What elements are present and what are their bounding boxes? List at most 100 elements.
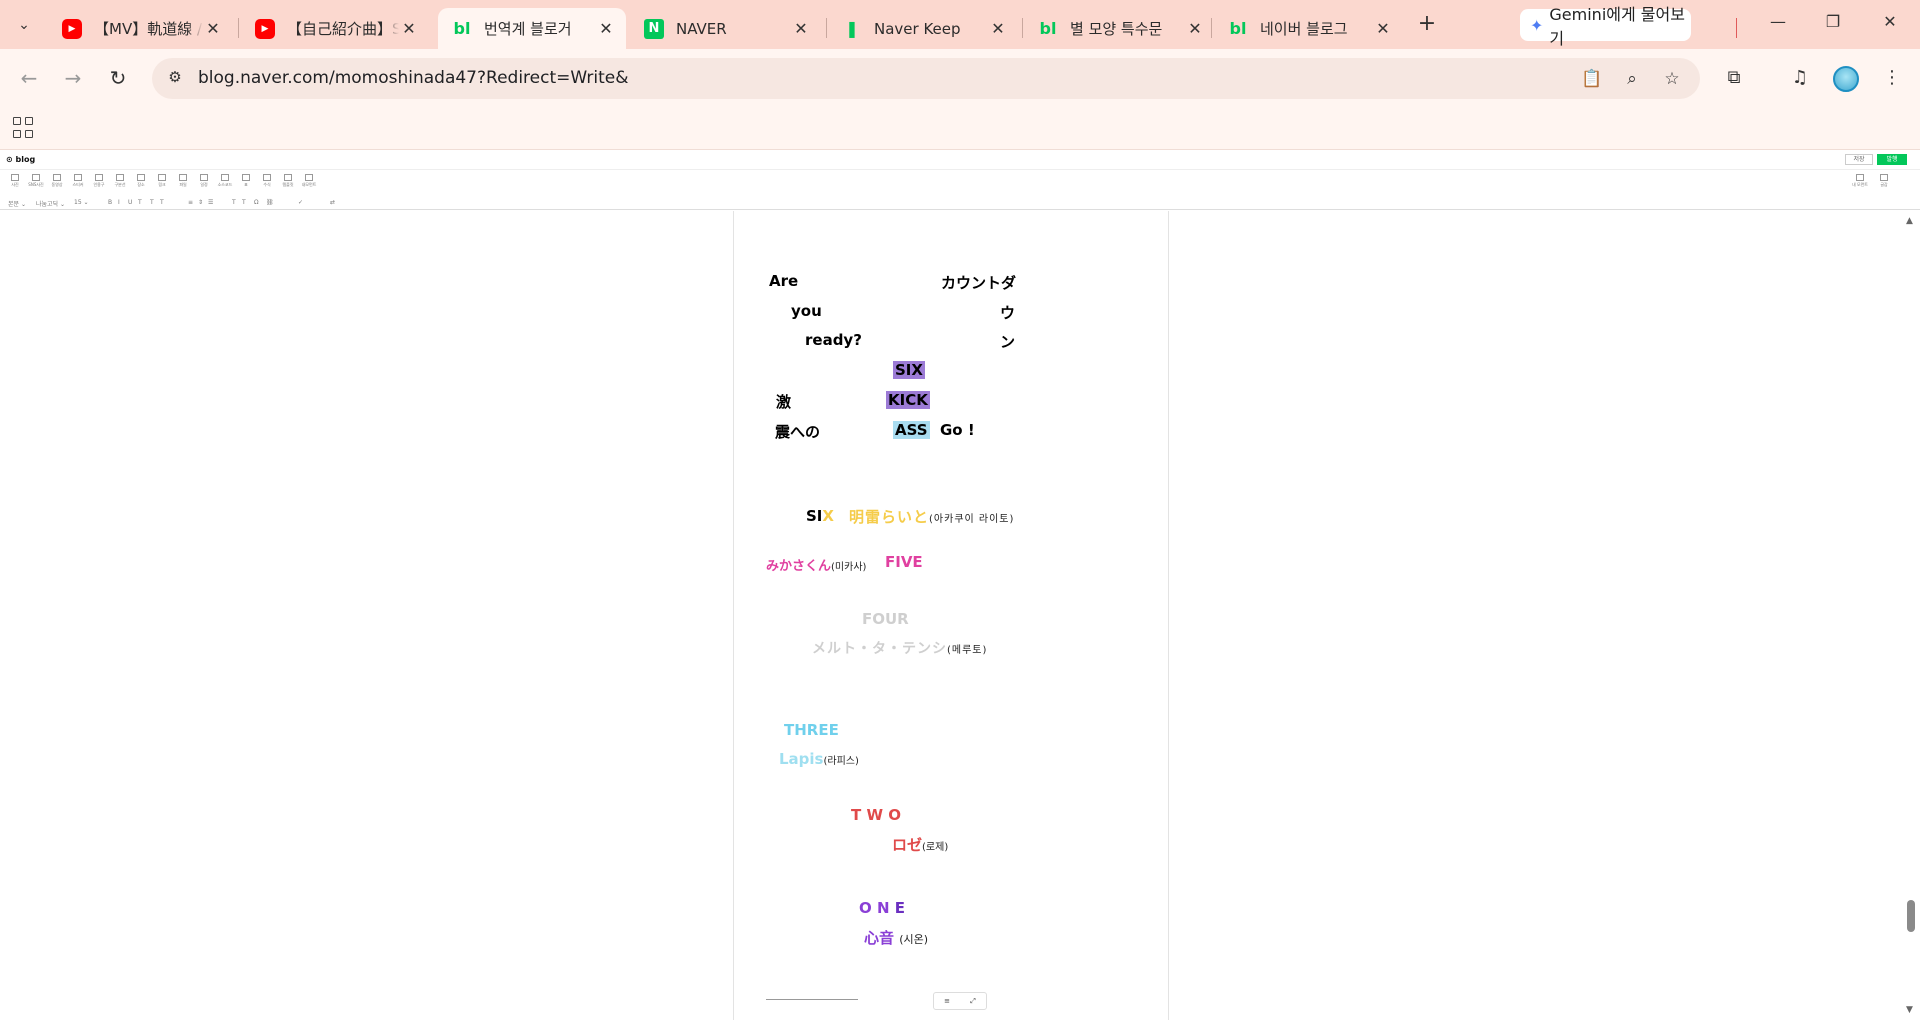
text-kick-highlight[interactable]: KICK [886,391,930,409]
back-button[interactable]: ← [14,63,44,93]
scroll-down-arrow-icon[interactable]: ▼ [1906,1005,1913,1015]
tool-photo[interactable]: 사진 [7,173,23,193]
tool-file[interactable]: 파일 [175,173,191,193]
five-label[interactable]: FIVE [885,553,923,571]
tool-quote[interactable]: 인용구 [91,173,107,193]
mini-tool-expand-icon[interactable]: ⤢ [970,997,976,1006]
reload-button[interactable]: ↻ [103,63,133,93]
save-button[interactable]: 저장 [1845,154,1873,165]
text-color-icon[interactable]: T [150,199,154,206]
tool-table[interactable]: 표 [238,173,254,193]
menu-icon[interactable]: ⋮ [1878,63,1906,93]
avatar[interactable] [1833,66,1859,92]
text-you[interactable]: you [791,302,822,320]
gemini-button[interactable]: ✦ Gemini에게 물어보기 [1520,5,1691,48]
tool-sticker[interactable]: 스티커 [70,173,86,193]
tab-search-button[interactable]: ⌄ [10,11,38,39]
tool-right-material[interactable]: 글감 [1876,173,1892,193]
spellcheck-icon[interactable]: ✓ [298,199,303,206]
highlight-icon[interactable]: T [160,199,164,206]
tab-translation-blogger[interactable]: bl 번역계 블로거 ✕ [438,8,626,49]
url-text[interactable]: blog.naver.com/momoshinada47?Redirect=Wr… [198,68,629,88]
tool-sns-photo[interactable]: SNS사진 [28,173,44,193]
bold-icon[interactable]: B [108,199,112,206]
close-icon[interactable]: ✕ [596,19,616,38]
two-label[interactable]: T W O [851,806,901,824]
publish-button[interactable]: 발행 [1877,154,1907,165]
one-name[interactable]: 心音 (시온) [864,927,928,948]
clipboard-icon[interactable]: 📋 [1580,67,1604,91]
tool-right-moment[interactable]: 내 모먼트 [1852,173,1868,193]
tab-naver-keep[interactable]: ❚ Naver Keep ✕ [828,8,1018,49]
three-label[interactable]: THREE [784,721,839,739]
font-style-select[interactable]: 본문 ⌄ [8,199,26,208]
site-info-icon[interactable]: ⚙ [164,68,186,90]
underline-icon[interactable]: U [128,199,132,206]
tab-naver-blog[interactable]: bl 네이버 블로그 ✕ [1214,8,1403,49]
scrollbar-thumb[interactable] [1907,900,1915,932]
tab-youtube-intro[interactable]: ▶ 【自己紹介曲】SI ✕ [241,8,429,49]
text-go[interactable]: Go ! [940,421,975,439]
five-name[interactable]: みかさくん(미카사) [766,555,866,574]
tab-naver[interactable]: N NAVER ✕ [630,8,821,49]
close-window-button[interactable]: ✕ [1878,12,1902,31]
tool-schedule[interactable]: 일정 [196,173,212,193]
text-are[interactable]: Are [769,272,798,290]
text-geki[interactable]: 激 [776,391,791,412]
new-tab-button[interactable]: + [1414,12,1440,38]
font-size-select[interactable]: 15 ⌄ [74,199,89,206]
zoom-icon[interactable]: ⌕ [1620,67,1644,91]
list-icon[interactable]: ☰ [208,199,213,206]
close-icon[interactable]: ✕ [203,19,223,38]
post-body[interactable] [733,211,1169,1020]
superscript-icon[interactable]: T [232,199,236,206]
text-shin[interactable]: 震への [775,421,820,442]
three-name[interactable]: Lapis(라피스) [779,750,859,768]
media-control-icon[interactable]: ♫ [1786,63,1814,93]
blog-logo[interactable]: ⊙ blog [6,155,35,164]
close-icon[interactable]: ✕ [1185,19,1205,38]
two-name[interactable]: ロゼ(로제) [892,834,948,855]
link-icon[interactable]: ⛓ [266,199,274,206]
font-family-select[interactable]: 나눔고딕 ⌄ [36,199,65,208]
extensions-icon[interactable]: ⧉ [1720,63,1748,93]
restore-button[interactable]: ❐ [1821,12,1845,31]
subscript-icon[interactable]: T [242,199,246,206]
tool-my-moment[interactable]: 내모먼트 [301,173,317,193]
one-label[interactable]: O N E [859,899,905,917]
close-icon[interactable]: ✕ [791,19,811,38]
tab-youtube-mv[interactable]: ▶ 【MV】軌道線 / E ✕ [48,8,233,49]
text-ass-highlight[interactable]: ASS [893,421,930,439]
line-height-icon[interactable]: ⇕ [198,199,203,206]
align-icon[interactable]: ≡ [188,199,193,206]
italic-icon[interactable]: I [118,199,120,206]
bookmark-star-icon[interactable]: ☆ [1660,67,1684,91]
tool-source-code[interactable]: 소스코드 [217,173,233,193]
special-char-icon[interactable]: Ω [254,199,259,206]
text-countdown-3[interactable]: ン [1000,331,1015,352]
mini-tool-align-icon[interactable]: ≡ [944,997,950,1005]
editor-canvas[interactable] [0,211,1920,1020]
close-icon[interactable]: ✕ [988,19,1008,38]
tab-star-symbol[interactable]: bl 별 모양 특수문 ✕ [1024,8,1215,49]
text-countdown-1[interactable]: カウントダ [941,272,1016,293]
text-countdown-2[interactable]: ウ [1000,302,1015,323]
floating-mini-toolbar[interactable]: ≡ ⤢ [933,992,987,1010]
six-name[interactable]: 明雷らいと(아카쿠이 라이토) [849,506,1014,527]
minimize-button[interactable]: — [1766,12,1790,31]
text-ready[interactable]: ready? [805,331,862,349]
address-bar[interactable]: ⚙ blog.naver.com/momoshinada47?Redirect=… [152,58,1700,99]
close-icon[interactable]: ✕ [399,19,419,38]
divider-line[interactable] [766,999,858,1000]
apps-grid-icon[interactable] [13,117,35,139]
tool-video[interactable]: 동영상 [49,173,65,193]
scroll-up-arrow-icon[interactable]: ▲ [1906,216,1913,226]
tool-template[interactable]: 템플릿 [280,173,296,193]
four-name[interactable]: メルト・タ・テンシ(메루토) [812,638,987,658]
strikethrough-icon[interactable]: T [138,199,142,206]
scrollbar[interactable] [1902,211,1920,1020]
close-icon[interactable]: ✕ [1373,19,1393,38]
four-label[interactable]: FOUR [862,610,909,628]
translate-icon[interactable]: ⇄ [330,199,335,206]
tool-link[interactable]: 링크 [154,173,170,193]
